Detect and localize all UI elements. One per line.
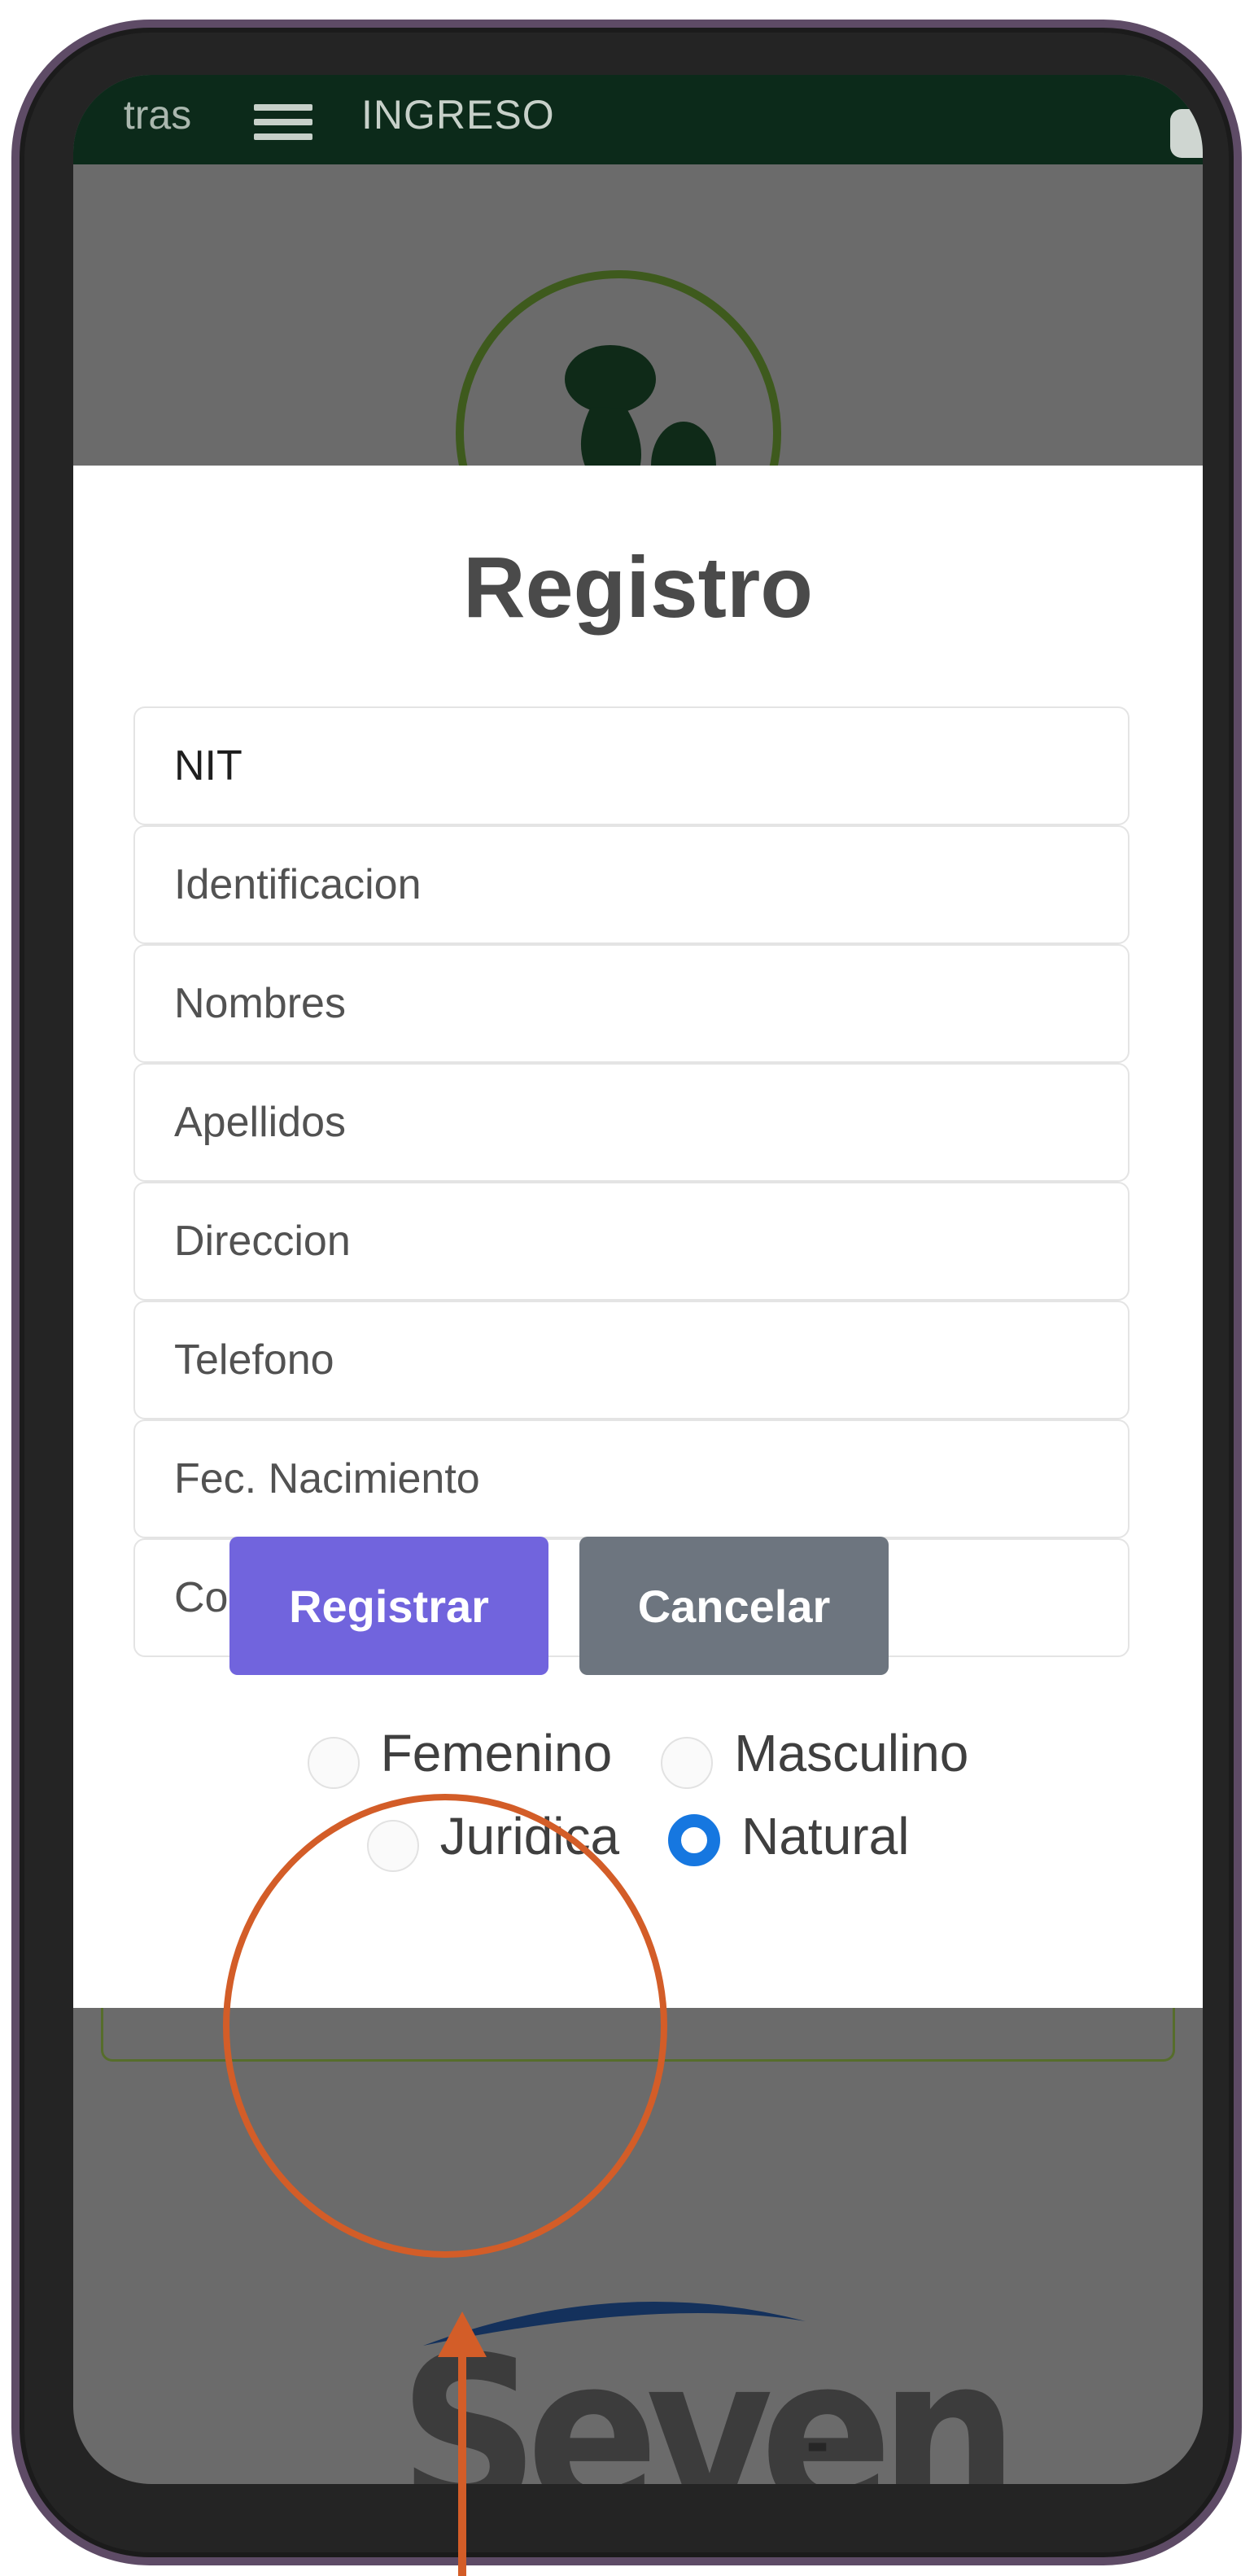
- app-bar: tras INGRESO: [73, 75, 1203, 164]
- radio-femenino[interactable]: [307, 1737, 360, 1789]
- identificacion-field[interactable]: Identificacion: [133, 825, 1129, 944]
- radio-option-femenino[interactable]: Femenino: [307, 1717, 613, 1789]
- registrar-button[interactable]: Registrar: [229, 1537, 548, 1675]
- gender-radio-group: Femenino Masculino: [73, 1717, 1203, 1789]
- app-title: INGRESO: [361, 92, 555, 138]
- register-modal: Registro NIT Identificacion Nombres Apel…: [73, 466, 1203, 2008]
- telefono-field[interactable]: Telefono: [133, 1301, 1129, 1419]
- menu-icon[interactable]: [254, 104, 312, 140]
- radio-label-femenino: Femenino: [380, 1724, 613, 1782]
- fecha-nacimiento-field[interactable]: Fec. Nacimiento: [133, 1419, 1129, 1538]
- direccion-field[interactable]: Direccion: [133, 1182, 1129, 1301]
- radio-label-natural: Natural: [741, 1807, 910, 1865]
- nit-field[interactable]: NIT: [133, 706, 1129, 825]
- annotation-arrow: [458, 2328, 466, 2576]
- radio-option-masculino[interactable]: Masculino: [661, 1717, 968, 1789]
- radio-natural-selected[interactable]: [668, 1814, 721, 1866]
- annotation-highlight-circle: [223, 1794, 667, 2258]
- cancelar-button[interactable]: Cancelar: [579, 1537, 889, 1675]
- radio-option-natural[interactable]: Natural: [668, 1806, 909, 1866]
- brand-suffix: -ERP: [806, 2411, 930, 2484]
- apellidos-field[interactable]: Apellidos: [133, 1063, 1129, 1182]
- back-link[interactable]: tras: [112, 91, 191, 138]
- corner-icon[interactable]: [1170, 109, 1203, 158]
- radio-label-masculino: Masculino: [734, 1724, 969, 1782]
- person-type-radio-group: Juridica Natural: [73, 1800, 1203, 1872]
- modal-title: Registro: [463, 540, 813, 636]
- radio-masculino[interactable]: [661, 1737, 714, 1789]
- nombres-field[interactable]: Nombres: [133, 944, 1129, 1063]
- form-fields: NIT Identificacion Nombres Apellidos Dir…: [133, 706, 1129, 1657]
